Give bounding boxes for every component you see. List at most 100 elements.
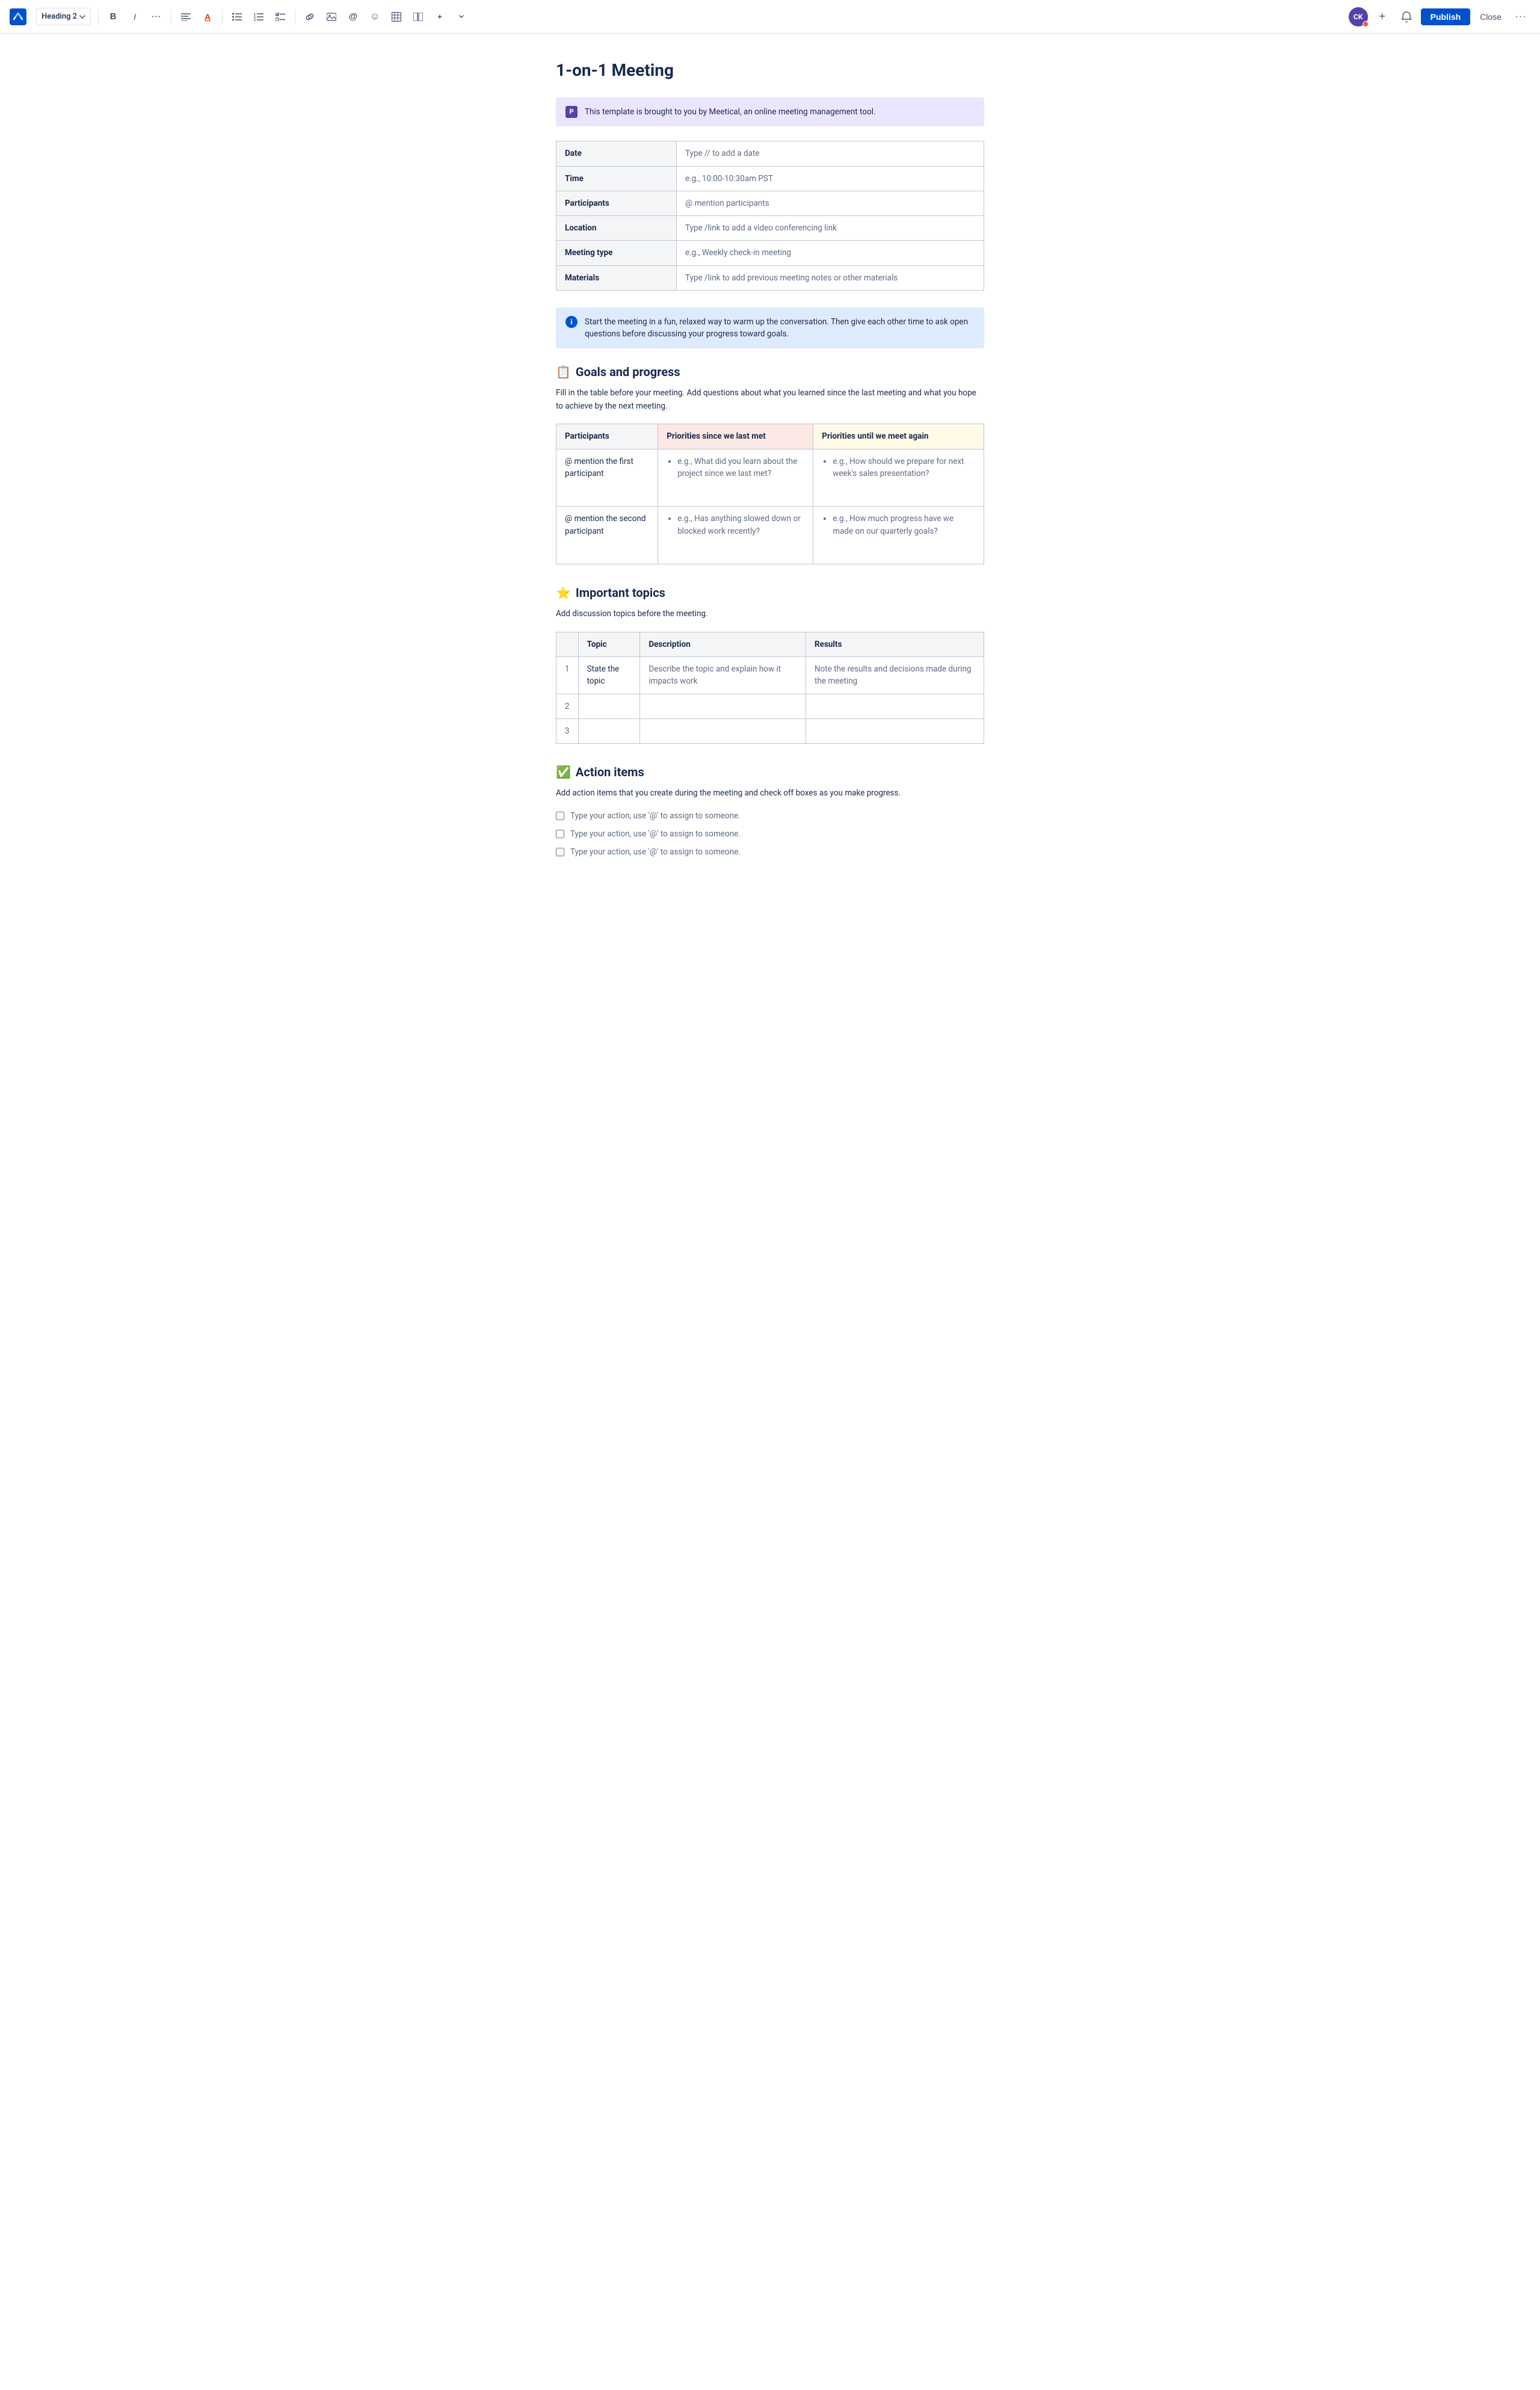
topics-header-results: Results (806, 632, 984, 656)
priorities-until-2[interactable]: e.g., How much progress have we made on … (813, 507, 984, 564)
info-value[interactable]: Type /link to add a video conferencing l… (677, 216, 984, 241)
topics-description: Add discussion topics before the meeting… (556, 608, 984, 621)
info-value[interactable]: e.g., 10:00-10:30am PST (677, 166, 984, 191)
topic-results-3[interactable] (806, 718, 984, 743)
info-label: Date (556, 141, 677, 166)
bullet-list-icon (232, 13, 242, 21)
close-button[interactable]: Close (1475, 8, 1506, 25)
numbered-list-button[interactable]: 1.2.3. (249, 7, 268, 26)
notifications-button[interactable] (1397, 7, 1416, 26)
info-value[interactable]: Type // to add a date (677, 141, 984, 166)
action-item-checkbox-2[interactable] (556, 830, 564, 838)
info-value[interactable]: @ mention participants (677, 191, 984, 215)
action-items-emoji: ✅ (556, 763, 571, 781)
topics-table: Topic Description Results 1 State the to… (556, 632, 984, 744)
table-icon (392, 12, 401, 22)
add-button[interactable]: + (1373, 7, 1392, 26)
info-icon: i (565, 316, 578, 328)
link-button[interactable] (300, 7, 319, 26)
toolbar-separator (98, 10, 99, 24)
topics-emoji: ⭐ (556, 584, 571, 602)
topics-heading: ⭐ Important topics (556, 584, 984, 602)
align-button[interactable] (176, 7, 196, 26)
emoji-button[interactable]: ☺ (365, 7, 384, 26)
image-icon (327, 13, 336, 21)
info-value[interactable]: e.g., Weekly check-in meeting (677, 241, 984, 265)
info-callout: i Start the meeting in a fun, relaxed wa… (556, 307, 984, 349)
bullet-list-button[interactable] (227, 7, 247, 26)
participant-2[interactable]: @ mention the second participant (556, 507, 658, 564)
text-color-button[interactable]: A (198, 7, 217, 26)
table-row: Participants @ mention participants (556, 191, 984, 215)
priorities-since-1[interactable]: e.g., What did you learn about the proje… (658, 449, 813, 507)
align-icon (181, 13, 191, 21)
topic-name-1[interactable]: State the topic (578, 657, 640, 694)
participant-1[interactable]: @ mention the first participant (556, 449, 658, 507)
mention-button[interactable]: @ (343, 7, 363, 26)
topic-desc-3[interactable] (640, 718, 806, 743)
topic-row-3: 3 (556, 718, 984, 743)
info-table: Date Type // to add a date Time e.g., 10… (556, 141, 984, 291)
info-label: Location (556, 216, 677, 241)
image-button[interactable] (322, 7, 341, 26)
action-item-1: Type your action, use '@' to assign to s… (556, 810, 984, 822)
goals-header-until: Priorities until we meet again (813, 424, 984, 449)
action-item-text-3[interactable]: Type your action, use '@' to assign to s… (570, 846, 741, 858)
topic-name-2[interactable] (578, 694, 640, 718)
more-text-button[interactable]: ··· (147, 7, 166, 26)
goals-heading: 📋 Goals and progress (556, 363, 984, 381)
topics-header-description: Description (640, 632, 806, 656)
bell-icon (1401, 11, 1412, 22)
table-row: Location Type /link to add a video confe… (556, 216, 984, 241)
template-callout-text: This template is brought to you by Meeti… (585, 106, 876, 118)
avatar[interactable]: CK (1349, 7, 1368, 26)
action-item-text-2[interactable]: Type your action, use '@' to assign to s… (570, 828, 741, 840)
goals-table: Participants Priorities since we last me… (556, 424, 984, 564)
toolbar: Heading 2 B I ··· A 1.2.3. @ ☺ + CK (0, 0, 1540, 34)
topic-desc-1[interactable]: Describe the topic and explain how it im… (640, 657, 806, 694)
priorities-until-1[interactable]: e.g., How should we prepare for next wee… (813, 449, 984, 507)
action-item-text-1[interactable]: Type your action, use '@' to assign to s… (570, 810, 741, 822)
more-options-button[interactable]: ··· (1511, 7, 1530, 26)
topics-header-topic: Topic (578, 632, 640, 656)
info-label: Meeting type (556, 241, 677, 265)
table-row: Meeting type e.g., Weekly check-in meeti… (556, 241, 984, 265)
table-row: Time e.g., 10:00-10:30am PST (556, 166, 984, 191)
topic-desc-2[interactable] (640, 694, 806, 718)
action-item-checkbox-3[interactable] (556, 848, 564, 856)
info-label: Participants (556, 191, 677, 215)
goals-header-since: Priorities since we last met (658, 424, 813, 449)
checklist-button[interactable] (271, 7, 290, 26)
toolbar-separator-3 (222, 10, 223, 24)
topic-num-3: 3 (556, 718, 579, 743)
italic-button[interactable]: I (125, 7, 144, 26)
priorities-since-2[interactable]: e.g., Has anything slowed down or blocke… (658, 507, 813, 564)
publish-button[interactable]: Publish (1421, 8, 1471, 25)
goals-header-participants: Participants (556, 424, 658, 449)
topic-name-3[interactable] (578, 718, 640, 743)
more-inserts-button[interactable]: + (430, 7, 449, 26)
toolbar-right: CK + Publish Close ··· (1349, 7, 1530, 26)
columns-icon (413, 13, 423, 21)
table-insert-button[interactable] (387, 7, 406, 26)
more-inserts-chevron[interactable] (452, 7, 471, 26)
topic-results-2[interactable] (806, 694, 984, 718)
checklist-icon (276, 13, 285, 21)
action-items-list: Type your action, use '@' to assign to s… (556, 810, 984, 859)
topic-results-1[interactable]: Note the results and decisions made duri… (806, 657, 984, 694)
topic-num-1: 1 (556, 657, 579, 694)
topics-header-num (556, 632, 579, 656)
columns-button[interactable] (408, 7, 428, 26)
page-title[interactable]: 1-on-1 Meeting (556, 58, 984, 83)
app-logo (10, 8, 26, 25)
goals-row-1: @ mention the first participant e.g., Wh… (556, 449, 984, 507)
action-item-checkbox-1[interactable] (556, 812, 564, 820)
bold-button[interactable]: B (103, 7, 123, 26)
svg-text:3.: 3. (254, 19, 257, 21)
topic-row-1: 1 State the topic Describe the topic and… (556, 657, 984, 694)
heading-selector[interactable]: Heading 2 (36, 8, 91, 26)
chevron-down-icon-2 (459, 15, 464, 19)
meetical-icon: P (565, 106, 578, 118)
info-value[interactable]: Type /link to add previous meeting notes… (677, 265, 984, 290)
link-icon (305, 13, 315, 21)
